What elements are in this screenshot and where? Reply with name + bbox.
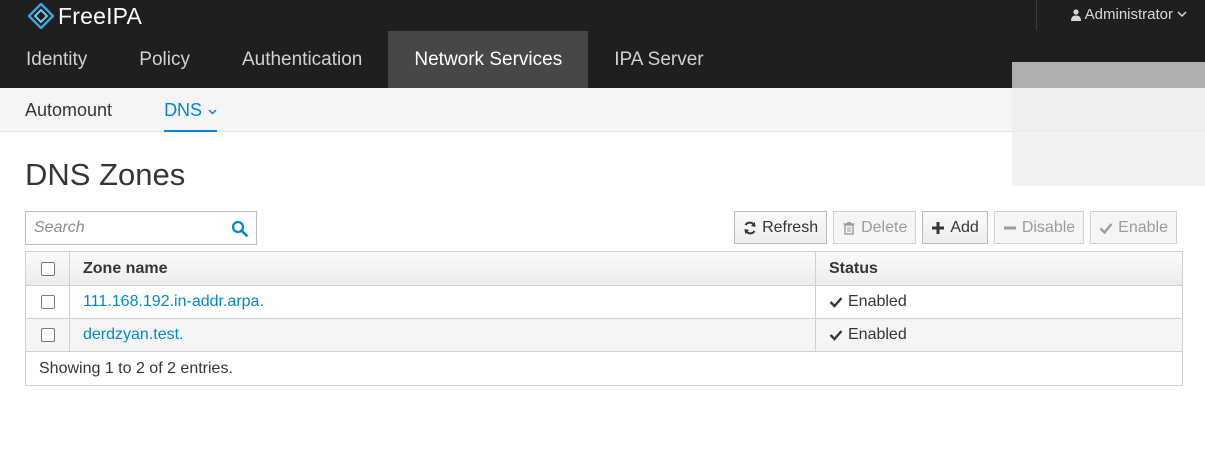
user-icon — [1070, 8, 1081, 21]
masthead: FreeIPA Administrator Identity Policy Au… — [0, 0, 1205, 88]
checkmark-icon — [829, 297, 843, 308]
row-checkbox[interactable] — [40, 328, 55, 342]
zones-table: Zone name Status 111.168.192.in-addr.arp… — [25, 251, 1183, 386]
action-toolbar: Refresh Delete Add Disable Enable — [734, 211, 1177, 244]
table-row: derdzyan.test. Enabled — [26, 319, 1182, 352]
select-all-cell — [26, 252, 70, 285]
divider — [1036, 0, 1037, 30]
nav-item-network-services[interactable]: Network Services — [388, 31, 589, 88]
table-footer: Showing 1 to 2 of 2 entries. — [39, 359, 233, 377]
row-checkbox[interactable] — [40, 295, 55, 309]
nav-item-authentication[interactable]: Authentication — [216, 31, 388, 88]
chevron-down-icon — [1177, 11, 1187, 18]
add-label: Add — [950, 218, 979, 236]
refresh-label: Refresh — [762, 218, 819, 236]
nav-item-label: IPA Server — [614, 48, 704, 70]
delete-button[interactable]: Delete — [833, 211, 917, 244]
row-check-cell — [26, 319, 70, 351]
nav-item-policy[interactable]: Policy — [113, 31, 216, 88]
zone-name-cell: 111.168.192.in-addr.arpa. — [70, 286, 816, 318]
nav-item-label: Network Services — [414, 48, 563, 70]
subnav-item-automount[interactable]: Automount — [0, 88, 112, 132]
checkmark-icon — [1099, 222, 1113, 234]
nav-item-label: Identity — [26, 48, 88, 70]
column-header-zone-name[interactable]: Zone name — [70, 252, 816, 285]
page-title: DNS Zones — [25, 157, 186, 192]
refresh-button[interactable]: Refresh — [734, 211, 828, 244]
refresh-icon — [744, 221, 756, 234]
brand-name: FreeIPA — [58, 2, 143, 29]
chevron-down-icon — [208, 108, 217, 115]
column-header-status[interactable]: Status — [816, 252, 1182, 285]
nav-item-label: Authentication — [241, 48, 363, 70]
user-menu-label: Administrator — [1084, 6, 1173, 23]
minus-icon — [1003, 226, 1016, 229]
status-cell: Enabled — [816, 286, 1182, 318]
nav-item-identity[interactable]: Identity — [0, 31, 113, 88]
subnav-item-dns[interactable]: DNS — [164, 88, 218, 132]
nav-item-ipa-server[interactable]: IPA Server — [588, 31, 729, 88]
zone-name-cell: derdzyan.test. — [70, 319, 816, 351]
trash-icon — [843, 221, 855, 235]
status-cell: Enabled — [816, 319, 1182, 351]
search-box — [25, 211, 257, 245]
select-all-checkbox[interactable] — [40, 261, 55, 276]
disable-button[interactable]: Disable — [993, 211, 1085, 244]
nav-item-label: Policy — [139, 48, 190, 70]
enable-label: Enable — [1118, 218, 1168, 236]
status-badge: Enabled — [829, 293, 907, 311]
search-icon[interactable] — [231, 220, 248, 237]
zone-link[interactable]: derdzyan.test. — [83, 326, 184, 344]
freeipa-logo-icon — [28, 3, 54, 29]
row-check-cell — [26, 286, 70, 318]
zone-link[interactable]: 111.168.192.in-addr.arpa. — [83, 293, 264, 311]
status-badge: Enabled — [829, 326, 907, 344]
add-button[interactable]: Add — [922, 211, 988, 244]
plus-icon — [932, 221, 945, 234]
secondary-nav: Automount DNS — [0, 88, 1205, 132]
disable-label: Disable — [1021, 218, 1076, 236]
table-row: 111.168.192.in-addr.arpa. Enabled — [26, 286, 1182, 319]
subnav-item-label: Automount — [25, 99, 113, 120]
user-menu[interactable]: Administrator — [1070, 6, 1187, 23]
search-input[interactable] — [26, 212, 221, 244]
checkmark-icon — [829, 330, 843, 341]
table-header-row: Zone name Status — [26, 252, 1182, 286]
delete-label: Delete — [861, 218, 908, 236]
subnav-item-label: DNS — [164, 99, 203, 120]
status-label: Enabled — [848, 293, 907, 310]
primary-nav: Identity Policy Authentication Network S… — [0, 31, 730, 88]
status-label: Enabled — [848, 326, 907, 343]
brand-logo[interactable]: FreeIPA — [28, 2, 142, 30]
enable-button[interactable]: Enable — [1090, 211, 1177, 244]
